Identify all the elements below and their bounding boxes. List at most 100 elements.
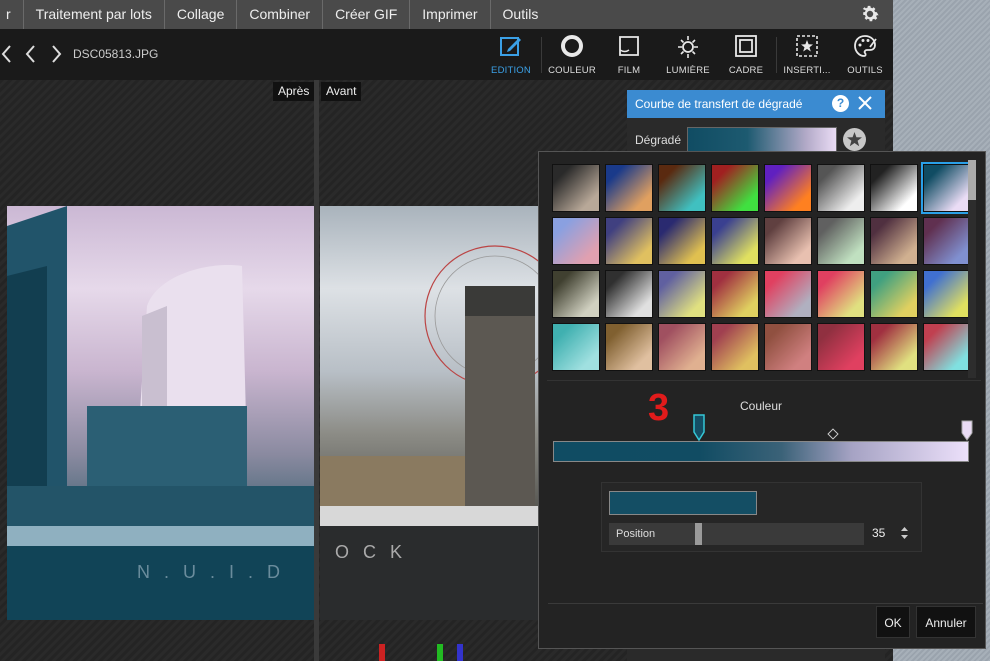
position-label: Position [616,528,656,540]
gradient-dropdown[interactable] [687,127,837,153]
gradient-preset[interactable] [923,323,971,371]
histogram-green [437,644,443,661]
gear-icon[interactable] [859,3,881,25]
tool-outils-label: OUTILS [847,65,883,76]
gradient-preset[interactable] [658,217,706,265]
gradient-preset[interactable] [921,162,973,214]
gradient-preset[interactable] [658,164,706,212]
menu-item-combine[interactable]: Combiner [237,0,324,29]
gradient-preset[interactable] [923,217,971,265]
before-label: Avant [321,82,362,101]
position-value[interactable]: 35 [872,526,885,540]
gradient-preset[interactable] [870,217,918,265]
tool-film[interactable]: FILM [612,33,646,79]
toolbar-separator [776,37,777,73]
gradient-preset[interactable] [552,323,600,371]
after-photo-scene: N.U.I.D [7,206,314,620]
gradient-preset[interactable] [711,270,759,318]
star-icon [847,132,862,147]
gradient-preview-bar[interactable] [553,441,969,462]
sun-icon [678,36,698,58]
tool-edition-label: EDITION [491,65,531,76]
menu-bar: r Traitement par lots Collage Combiner C… [0,0,893,29]
histogram-blue [457,644,463,661]
gradient-stop-right[interactable] [961,420,973,442]
tool-insertion[interactable]: INSERTI... [781,33,833,79]
gradient-preset[interactable] [764,270,812,318]
photo-after: N.U.I.D [7,206,314,620]
tool-lumiere[interactable]: LUMIÈRE [664,33,712,79]
gradient-preset[interactable] [870,323,918,371]
gradient-preset[interactable] [605,164,653,212]
insert-star-icon [796,35,818,57]
presets-scrollbar[interactable] [968,160,976,378]
gradient-preset[interactable] [817,323,865,371]
compare-divider[interactable] [314,80,319,661]
color-label: Couleur [740,399,783,413]
stop-color-swatch[interactable] [609,491,757,515]
ok-button[interactable]: OK [876,606,910,638]
gradient-label: Dégradé [635,133,682,147]
previous-icon[interactable] [22,41,38,67]
dialog-title: Courbe de transfert de dégradé [635,97,803,111]
after-label: Après [273,82,315,101]
cancel-button[interactable]: Annuler [916,606,976,638]
position-spinner-icon[interactable] [900,526,909,540]
gradient-preset[interactable] [605,323,653,371]
gradient-preset[interactable] [658,270,706,318]
tool-insertion-label: INSERTI... [783,65,831,76]
menu-item-tools[interactable]: Outils [491,0,551,29]
tool-couleur[interactable]: COULEUR [548,33,596,79]
tool-outils[interactable]: OUTILS [843,33,887,79]
gradient-presets-grid [552,162,973,376]
gradient-preset[interactable] [552,270,600,318]
gradient-preset[interactable] [817,270,865,318]
gradient-preset[interactable] [658,323,706,371]
gradient-preset[interactable] [711,164,759,212]
gradient-preset[interactable] [817,164,865,212]
gradient-preset[interactable] [552,164,600,212]
film-icon [619,36,639,56]
gradient-preset[interactable] [764,164,812,212]
menu-item-print[interactable]: Imprimer [410,0,491,29]
edit-icon [500,37,521,56]
toolbar: DSC05813.JPG EDITION COULEUR FILM LUMIÈR… [0,29,893,80]
menu-item-collage[interactable]: Collage [165,0,238,29]
position-slider-handle[interactable] [695,523,702,545]
svg-text:N.U.I.D: N.U.I.D [137,562,294,582]
tool-cadre[interactable]: CADRE [726,33,766,79]
svg-text:OCK: OCK [335,542,416,562]
presets-scroll-thumb[interactable] [968,160,976,200]
gradient-preset[interactable] [870,270,918,318]
close-icon[interactable] [857,95,873,111]
dialog-header: Courbe de transfert de dégradé ? [627,90,885,118]
gradient-preset[interactable] [605,217,653,265]
gradient-preset[interactable] [711,323,759,371]
gradient-preset[interactable] [605,270,653,318]
favorite-star-button[interactable] [843,128,866,151]
separator [548,603,983,604]
gradient-stop-left[interactable] [692,414,706,442]
toolbar-separator [541,37,542,73]
photo-before: OCK [320,206,538,620]
back-icon[interactable] [0,41,16,67]
gradient-preset[interactable] [870,164,918,212]
menu-item-batch[interactable]: Traitement par lots [24,0,165,29]
tool-couleur-label: COULEUR [548,65,596,76]
gradient-preset[interactable] [552,217,600,265]
separator [547,380,981,381]
histogram-red [379,644,385,661]
gradient-preset[interactable] [817,217,865,265]
gradient-preset[interactable] [764,323,812,371]
annotation-number: 3 [648,387,670,429]
frame-icon [735,35,757,57]
next-icon[interactable] [49,41,65,67]
before-photo-scene: OCK [320,245,538,620]
help-icon[interactable]: ? [832,95,849,112]
menu-item-partial[interactable]: r [0,0,24,29]
menu-item-gif[interactable]: Créer GIF [323,0,411,29]
gradient-preset[interactable] [923,270,971,318]
gradient-preset[interactable] [711,217,759,265]
gradient-preset[interactable] [764,217,812,265]
tool-edition[interactable]: EDITION [488,33,534,79]
